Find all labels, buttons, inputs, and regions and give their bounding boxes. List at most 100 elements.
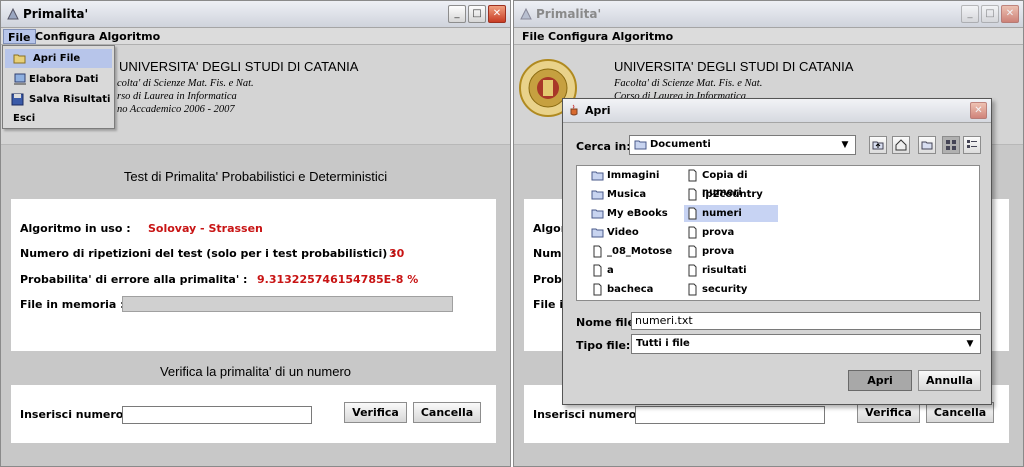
open-button[interactable]: Apri	[848, 370, 912, 391]
file-name: bacheca	[607, 284, 654, 295]
file-in-memory-label: File in memoria :	[20, 298, 125, 311]
file-item[interactable]: bacheca	[589, 281, 677, 298]
number-input[interactable]	[635, 406, 825, 424]
menu-item-apri-file[interactable]: Apri File	[5, 49, 112, 68]
file-item[interactable]: _08_Motose	[589, 243, 677, 260]
input-label: Inserisci numero :	[20, 408, 132, 421]
repetitions-label: Numero di ripetizioni del test (solo per…	[20, 247, 396, 260]
home-button[interactable]	[892, 136, 910, 154]
file-in-memory-field	[122, 296, 453, 312]
university-name: UNIVERSITA' DEGLI STUDI DI CATANIA	[119, 59, 359, 74]
file-name: Video	[607, 227, 639, 238]
dialog-title: Apri	[585, 104, 611, 117]
menu-item-elabora-dati[interactable]: Elabora Dati	[5, 70, 112, 89]
file-icon	[593, 245, 602, 258]
window-title: Primalita'	[23, 7, 89, 21]
file-name: security	[702, 284, 748, 295]
menu-configura-algoritmo[interactable]: Configura Algoritmo	[31, 29, 164, 44]
file-icon	[688, 264, 697, 277]
dialog-close-button[interactable]: ✕	[970, 102, 987, 119]
close-button[interactable]: ✕	[1001, 5, 1019, 23]
file-item[interactable]: prova	[684, 243, 778, 260]
file-name: prova	[702, 227, 735, 238]
verify-panel: Inserisci numero : Verifica Cancella	[11, 385, 496, 443]
cancel-button[interactable]: Cancella	[926, 402, 994, 423]
file-name: a	[607, 265, 614, 276]
filename-label: Nome file:	[576, 316, 640, 329]
filetype-label: Tipo file:	[576, 339, 631, 352]
open-file-dialog: Apri ✕ Cerca in: Documenti ▼ Immagini Mus…	[562, 98, 992, 405]
look-in-label: Cerca in:	[576, 140, 631, 153]
verify-section-title: Verifica la primalita' di un numero	[159, 364, 352, 379]
faculty-line: Facolta' di Scienze Mat. Fis. e Nat.	[614, 78, 763, 89]
maximize-button[interactable]: □	[468, 5, 486, 23]
dialog-cancel-button[interactable]: Annulla	[918, 370, 981, 391]
file-icon	[688, 226, 697, 239]
menu-item-esci[interactable]: Esci	[5, 109, 112, 128]
folder-item[interactable]: Video	[589, 224, 677, 241]
folder-icon	[591, 190, 604, 200]
folder-item[interactable]: My eBooks	[589, 205, 677, 222]
folder-item[interactable]: Musica	[589, 186, 677, 203]
details-view-icon	[967, 140, 977, 148]
java-cup-icon	[570, 104, 578, 116]
number-input[interactable]	[122, 406, 312, 424]
file-icon	[688, 207, 697, 220]
new-folder-button[interactable]	[918, 136, 936, 154]
file-item[interactable]: Copia di numeri	[684, 167, 778, 198]
algo-value: Solovay - Strassen	[148, 222, 263, 235]
close-button[interactable]: ✕	[488, 5, 506, 23]
year-line: no Accademico 2006 - 2007	[117, 104, 235, 115]
title-bar[interactable]: Primalita' _ □ ✕	[514, 1, 1023, 28]
file-item[interactable]: risultati	[684, 262, 778, 279]
folder-item[interactable]: Immagini	[589, 167, 677, 184]
folder-open-icon	[13, 54, 26, 64]
maximize-button[interactable]: □	[981, 5, 999, 23]
faculty-line: colta' di Scienze Mat. Fis. e Nat.	[117, 78, 254, 89]
title-bar[interactable]: Primalita' _ □ ✕	[1, 1, 510, 28]
file-item[interactable]: ip2country	[684, 186, 778, 203]
folder-icon	[591, 209, 604, 219]
algorithm-info-panel: Algoritmo in uso : Solovay - Strassen Nu…	[11, 199, 496, 351]
minimize-button[interactable]: _	[961, 5, 979, 23]
file-item[interactable]: a	[589, 262, 677, 279]
minimize-button[interactable]: _	[448, 5, 466, 23]
list-view-button[interactable]	[942, 136, 960, 154]
algo-label: Algoritmo in uso :	[20, 222, 131, 235]
up-one-level-button[interactable]	[869, 136, 887, 154]
file-name: risultati	[702, 265, 747, 276]
file-icon	[688, 283, 697, 296]
new-folder-icon	[921, 141, 933, 150]
file-name: prova	[702, 246, 735, 257]
look-in-combo[interactable]: Documenti ▼	[629, 135, 856, 155]
file-icon	[688, 169, 697, 182]
filename-input[interactable]: numeri.txt	[631, 312, 981, 330]
file-list[interactable]: Immagini Musica My eBooks Video _08_Motosea b…	[576, 165, 980, 301]
file-item[interactable]: numeri	[684, 205, 778, 222]
folder-up-icon	[872, 141, 884, 150]
file-item[interactable]: security	[684, 281, 778, 298]
chevron-down-icon: ▼	[966, 339, 974, 349]
menu-configura-algoritmo[interactable]: Configura Algoritmo	[544, 29, 677, 44]
file-name: numeri	[702, 208, 742, 219]
main-window-background: Primalita' _ □ ✕ File Configura Algoritm…	[513, 0, 1024, 467]
window-title: Primalita'	[536, 7, 602, 21]
main-window: Primalita' _ □ ✕ File Configura Algoritm…	[0, 0, 511, 467]
file-name: Immagini	[607, 170, 660, 181]
menu-bar: File Configura Algoritmo	[1, 28, 510, 45]
chevron-down-icon: ▼	[841, 140, 849, 150]
menu-item-salva-risultati[interactable]: Salva Risultati	[5, 90, 112, 109]
menu-bar: File Configura Algoritmo	[514, 28, 1023, 45]
file-item[interactable]: prova	[684, 224, 778, 241]
filetype-combo[interactable]: Tutti i file ▼	[631, 334, 981, 354]
course-line: rso di Laurea in Informatica	[117, 91, 237, 102]
folder-icon	[634, 140, 647, 150]
verify-button[interactable]: Verifica	[857, 402, 920, 423]
university-name: UNIVERSITA' DEGLI STUDI DI CATANIA	[614, 59, 854, 74]
verify-button[interactable]: Verifica	[344, 402, 407, 423]
cancel-button[interactable]: Cancella	[413, 402, 481, 423]
dialog-title-bar[interactable]: Apri ✕	[563, 99, 991, 123]
file-name: ip2country	[702, 189, 763, 200]
error-prob-label: Probabilita' di errore alla primalita' :	[20, 273, 248, 286]
details-view-button[interactable]	[963, 136, 981, 154]
